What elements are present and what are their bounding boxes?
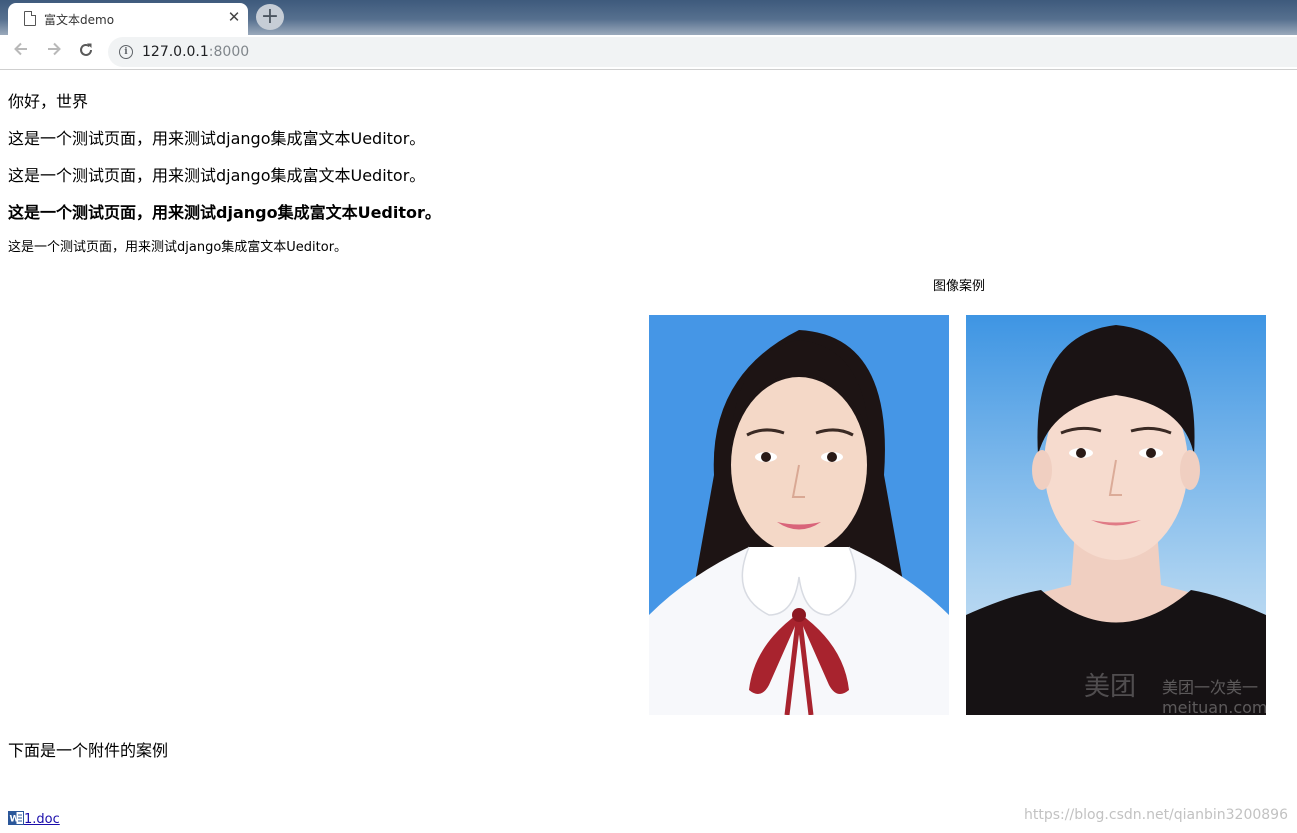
address-bar[interactable]: i 127.0.0.1:8000: [108, 37, 1297, 67]
photo-watermark-url: meituan.com: [1162, 698, 1266, 715]
photo-watermark-logo: 美团: [1084, 672, 1136, 702]
portrait-photo-1: [649, 315, 949, 715]
tab-strip: 富文本demo ✕ +: [0, 0, 1297, 35]
new-tab-button[interactable]: +: [256, 4, 284, 30]
csdn-watermark: https://blog.csdn.net/qianbin3200896: [1024, 807, 1288, 823]
portrait-photo-2: 美团 美团一次美一 meituan.com: [966, 315, 1266, 715]
attachment-heading: 下面是一个附件的案例: [8, 741, 169, 760]
document-icon: [24, 11, 36, 26]
back-arrow-icon[interactable]: [8, 39, 34, 65]
paragraph-bold: 这是一个测试页面，用来测试django集成富文本Ueditor。: [8, 203, 441, 222]
word-doc-icon[interactable]: W: [8, 811, 24, 825]
browser-tab[interactable]: 富文本demo ✕: [8, 3, 248, 35]
forward-arrow-icon[interactable]: [41, 39, 67, 65]
paragraph-small: 这是一个测试页面，用来测试django集成富文本Ueditor。: [8, 240, 348, 255]
info-icon[interactable]: i: [119, 45, 133, 59]
photo-watermark-text: 美团一次美一: [1162, 678, 1258, 697]
svg-text:W: W: [10, 815, 20, 825]
paragraph-normal: 这是一个测试页面，用来测试django集成富文本Ueditor。: [8, 166, 426, 185]
tab-title: 富文本demo: [44, 13, 115, 27]
close-icon[interactable]: ✕: [226, 9, 242, 25]
attachment-link[interactable]: 1.doc: [24, 812, 60, 827]
page-content: 你好，世界 这是一个测试页面，用来测试django集成富文本Ueditor。 这…: [0, 70, 1297, 833]
browser-toolbar: i 127.0.0.1:8000: [0, 35, 1297, 70]
paragraph-normal: 这是一个测试页面，用来测试django集成富文本Ueditor。: [8, 129, 426, 148]
attachment-item: W 1.doc: [8, 811, 60, 827]
image-caption: 图像案例: [933, 279, 986, 294]
reload-icon[interactable]: [73, 39, 99, 65]
url-text[interactable]: 127.0.0.1:8000: [142, 44, 249, 60]
greeting-text: 你好，世界: [8, 92, 89, 111]
